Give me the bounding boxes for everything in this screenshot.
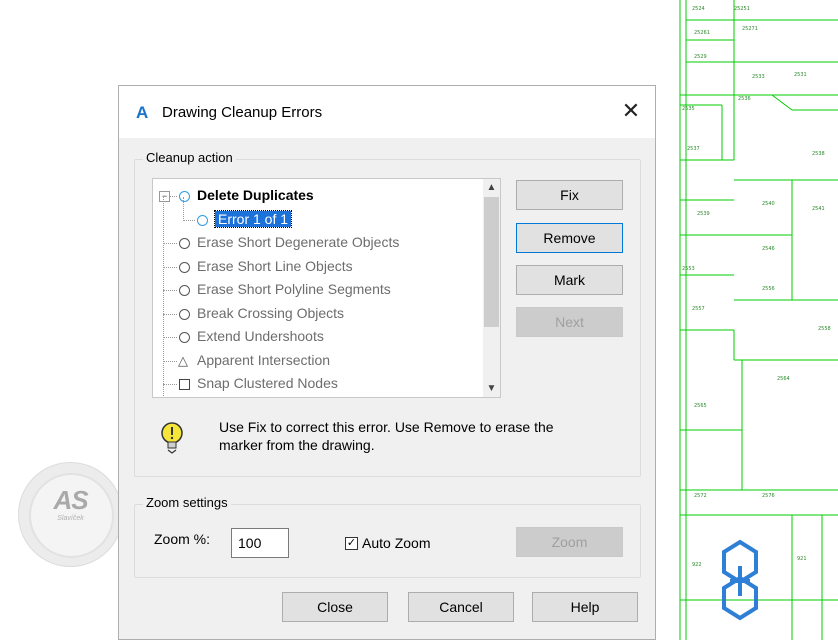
title-bar[interactable]: A Drawing Cleanup Errors ✕ xyxy=(119,86,655,138)
help-button[interactable]: Help xyxy=(532,592,638,622)
fix-button[interactable]: Fix xyxy=(516,180,623,210)
tree-item-label: Erase Short Degenerate Objects xyxy=(197,234,400,250)
cleanup-action-tree[interactable]: − Delete Duplicates Error 1 of 1 Erase Shor… xyxy=(152,178,501,398)
circle-icon xyxy=(179,261,190,273)
tree-item-label: Delete Duplicates xyxy=(197,187,314,203)
square-icon xyxy=(179,379,190,390)
close-icon[interactable]: ✕ xyxy=(615,96,647,126)
parcel-label: 2537 xyxy=(687,146,700,152)
tree-item-label: Erase Short Line Objects xyxy=(197,257,353,274)
parcel-label: 921 xyxy=(797,556,807,562)
zoom-percent-label: Zoom %: xyxy=(154,531,211,547)
parcel-label: 2541 xyxy=(812,206,825,212)
cancel-button[interactable]: Cancel xyxy=(408,592,514,622)
tree-item[interactable]: Snap Clustered Nodes xyxy=(153,373,483,395)
parcel-label: 2533 xyxy=(752,74,765,80)
parcel-label: 2529 xyxy=(694,54,707,60)
parcel-label: 2535 xyxy=(682,106,695,112)
tree-connector xyxy=(183,219,195,221)
hint-text: Use Fix to correct this error. Use Remov… xyxy=(219,419,554,453)
tree-item-label: Apparent Intersection xyxy=(197,351,331,368)
tree-scrollbar[interactable]: ▲ ▼ xyxy=(483,179,500,397)
parcel-label: 922 xyxy=(692,562,702,568)
parcel-label: 2564 xyxy=(777,376,790,382)
marker-glyph xyxy=(722,539,758,621)
parcel-label: 2540 xyxy=(762,201,775,207)
circle-icon xyxy=(179,285,190,296)
autocad-logo-icon: A xyxy=(136,103,149,122)
tree-item-label: Snap Clustered Nodes xyxy=(197,375,338,391)
tree-connector xyxy=(163,360,177,362)
zoom-button[interactable]: Zoom xyxy=(516,527,623,557)
next-button[interactable]: Next xyxy=(516,307,623,337)
parcel-label: 2576 xyxy=(762,493,775,499)
tree-connector xyxy=(163,384,177,385)
watermark-badge: AS Slavíček xyxy=(18,462,123,567)
cleanup-action-legend: Cleanup action xyxy=(143,150,236,165)
tree-item[interactable]: Erase Short Degenerate Objects xyxy=(153,232,483,254)
tree-item-label: Error 1 of 1 xyxy=(213,209,293,228)
circle-icon xyxy=(179,191,190,202)
scroll-thumb[interactable] xyxy=(484,197,499,327)
parcel-label: 25251 xyxy=(734,6,750,12)
remove-button[interactable]: Remove xyxy=(516,223,623,253)
tree-branch-line xyxy=(183,197,184,219)
circle-icon xyxy=(197,214,208,226)
parcel-label: 2556 xyxy=(762,286,775,292)
drawing-canvas[interactable]: 2524 25251 25271 25261 2529 2531 2533 2535 2536 2… xyxy=(672,0,838,640)
watermark-logo: AS xyxy=(53,485,88,515)
triangle-icon: △ xyxy=(178,352,188,368)
auto-zoom-label[interactable]: Auto Zoom xyxy=(362,535,430,551)
tree-connector xyxy=(163,337,177,338)
tree-item-label: Erase Short Polyline Segments xyxy=(197,281,391,297)
parcel-map: 2524 25251 25271 25261 2529 2531 2533 2535 2536 2… xyxy=(679,0,838,640)
zoom-percent-input[interactable] xyxy=(231,528,289,558)
mark-button[interactable]: Mark xyxy=(516,265,623,295)
parcel-label: 2524 xyxy=(692,6,705,12)
tree-item[interactable]: △ Apparent Intersection xyxy=(153,350,483,372)
parcel-label: 2572 xyxy=(694,493,707,499)
tree-connector xyxy=(163,266,177,268)
tree-item-label: Extend Undershoots xyxy=(197,328,324,344)
circle-icon xyxy=(179,238,190,249)
dialog-title: Drawing Cleanup Errors xyxy=(162,104,323,121)
scroll-up-icon[interactable]: ▲ xyxy=(483,179,500,196)
tree-item[interactable]: Extend Undershoots xyxy=(153,326,483,348)
parcel-label: 25261 xyxy=(694,30,710,36)
parcel-label: 25271 xyxy=(742,26,758,32)
parcel-label: 2538 xyxy=(812,151,825,157)
tree-item[interactable]: Break Crossing Objects xyxy=(153,303,483,325)
tree-item[interactable]: △Dissolve Pseudo Nodes xyxy=(153,397,483,398)
tree-connector xyxy=(163,313,177,315)
parcel-label: 2553 xyxy=(682,266,695,272)
parcel-label: 2539 xyxy=(697,211,710,217)
tree-item[interactable]: Erase Short Line Objects xyxy=(153,256,483,278)
auto-zoom-checkbox[interactable]: ✓ xyxy=(345,537,358,550)
parcel-label: 2565 xyxy=(694,403,707,409)
cleanup-errors-dialog: A Drawing Cleanup Errors ✕ Cleanup actio… xyxy=(118,85,656,640)
scroll-down-icon[interactable]: ▼ xyxy=(483,380,500,397)
watermark-name: Slavíček xyxy=(57,515,84,522)
collapse-icon[interactable]: − xyxy=(159,191,170,202)
tree-item[interactable]: Error 1 of 1 xyxy=(153,209,483,231)
tree-item[interactable]: − Delete Duplicates xyxy=(153,185,483,207)
parcel-label: 2558 xyxy=(818,326,831,332)
lightbulb-icon xyxy=(161,422,183,454)
tree-connector xyxy=(163,290,177,291)
tree-item-label: Break Crossing Objects xyxy=(197,304,345,321)
tree-trunk-line xyxy=(163,197,164,397)
parcel-label: 2536 xyxy=(738,96,751,102)
parcel-label: 2557 xyxy=(692,306,705,312)
tree-connector xyxy=(163,243,177,244)
parcel-label: 2546 xyxy=(762,246,775,252)
parcel-label: 2531 xyxy=(794,72,807,78)
circle-icon xyxy=(179,308,190,320)
circle-icon xyxy=(179,332,190,343)
close-button[interactable]: Close xyxy=(282,592,388,622)
tree-item[interactable]: Erase Short Polyline Segments xyxy=(153,279,483,301)
zoom-settings-legend: Zoom settings xyxy=(143,495,231,510)
